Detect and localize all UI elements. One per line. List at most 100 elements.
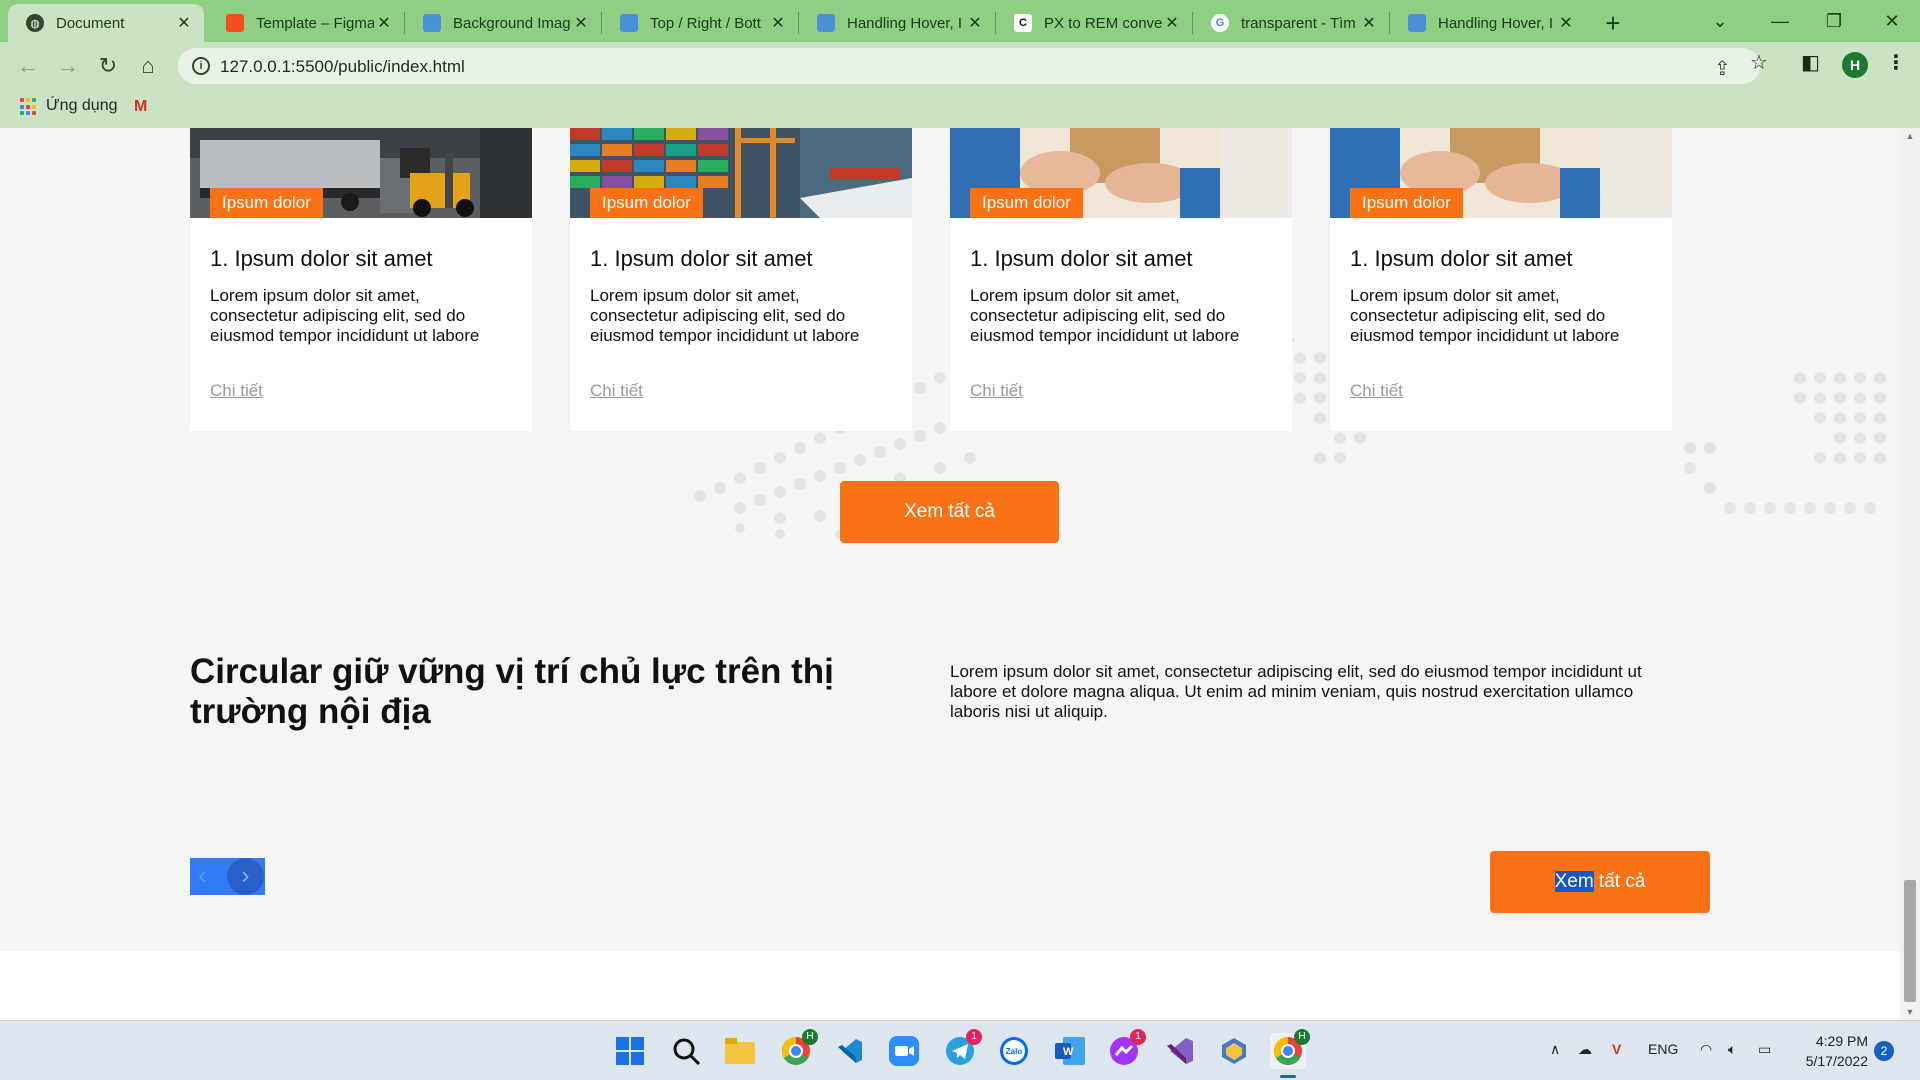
section-title: Circular giữ vững vị trí chủ lực trên th… bbox=[190, 652, 834, 731]
visual-studio-icon[interactable] bbox=[1162, 1033, 1198, 1069]
close-icon[interactable]: ✕ bbox=[965, 13, 985, 33]
minimize-icon[interactable]: — bbox=[1760, 6, 1800, 36]
chrome-icon[interactable]: H bbox=[778, 1029, 818, 1069]
mdn-icon bbox=[620, 14, 638, 32]
news-card[interactable]: Ipsum dolor 1. Ipsum dolor sit amet Lore… bbox=[950, 128, 1292, 431]
word-label: W bbox=[1063, 1046, 1074, 1058]
zalo-label: Zalo bbox=[1005, 1046, 1023, 1056]
language-indicator[interactable]: ENG bbox=[1648, 1041, 1678, 1057]
notification-badge: 1 bbox=[1130, 1029, 1146, 1045]
close-icon[interactable]: ✕ bbox=[1162, 13, 1182, 33]
vscode-icon[interactable] bbox=[832, 1033, 868, 1069]
zalo-icon[interactable]: Zalo bbox=[996, 1033, 1032, 1069]
card-title: 1. Ipsum dolor sit amet bbox=[590, 246, 813, 271]
close-window-icon[interactable]: ✕ bbox=[1872, 6, 1912, 36]
forward-icon[interactable]: → bbox=[52, 50, 84, 82]
close-icon[interactable]: ✕ bbox=[1556, 13, 1576, 33]
news-card[interactable]: Ipsum dolor 1. Ipsum dolor sit amet Lore… bbox=[570, 128, 912, 431]
word-icon[interactable]: W bbox=[1052, 1033, 1088, 1069]
windows-taskbar: H 1 Zalo W 1 H ∧ ☁ V ENG ◠ 🔈︎ ▭ 4:29 PM … bbox=[0, 1020, 1920, 1080]
address-bar[interactable]: i 127.0.0.1:5500/public/index.html ⇪ bbox=[178, 48, 1760, 84]
news-card[interactable]: Ipsum dolor 1. Ipsum dolor sit amet Lore… bbox=[190, 128, 532, 431]
home-icon[interactable]: ⌂ bbox=[132, 50, 164, 82]
button-label-rest: tất cả bbox=[1593, 871, 1646, 892]
zoom-icon[interactable] bbox=[886, 1033, 922, 1069]
tab-document[interactable]: ◍ Document ✕ bbox=[8, 4, 204, 42]
battery-icon[interactable]: ▭ bbox=[1758, 1041, 1771, 1058]
close-icon[interactable]: ✕ bbox=[768, 13, 788, 33]
chevron-left-icon[interactable]: ‹ bbox=[198, 860, 207, 891]
close-icon[interactable]: ✕ bbox=[174, 13, 194, 33]
card-detail-link[interactable]: Chi tiết bbox=[590, 381, 643, 401]
scroll-down-arrow-icon[interactable]: ▼ bbox=[1900, 1004, 1920, 1020]
card-detail-link[interactable]: Chi tiết bbox=[970, 381, 1023, 401]
gmail-icon[interactable]: M bbox=[134, 98, 147, 116]
app-icon[interactable] bbox=[1216, 1033, 1252, 1069]
active-app-indicator bbox=[1280, 1075, 1296, 1078]
news-card[interactable]: Ipsum dolor 1. Ipsum dolor sit amet Lore… bbox=[1330, 128, 1672, 431]
clock-time: 4:29 PM bbox=[1815, 1033, 1868, 1049]
page-scrollbar[interactable]: ▲ ▼ bbox=[1900, 128, 1920, 1020]
close-icon[interactable]: ✕ bbox=[1359, 13, 1379, 33]
telegram-icon[interactable]: 1 bbox=[942, 1029, 982, 1069]
windows-start-icon[interactable] bbox=[612, 1033, 648, 1069]
notification-count-badge[interactable]: 2 bbox=[1874, 1041, 1894, 1061]
tab-search-icon[interactable]: ⌄ bbox=[1700, 6, 1740, 36]
restore-icon[interactable]: ❐ bbox=[1814, 6, 1854, 36]
system-clock[interactable]: 4:29 PM 5/17/2022 bbox=[1796, 1031, 1868, 1071]
bookmark-star-icon[interactable]: ☆ bbox=[1750, 50, 1768, 75]
apps-grid-icon[interactable] bbox=[20, 98, 38, 116]
mdn-icon bbox=[423, 14, 441, 32]
scrollbar-thumb[interactable] bbox=[1904, 880, 1916, 1002]
mdn-icon bbox=[817, 14, 835, 32]
card-title: 1. Ipsum dolor sit amet bbox=[210, 246, 433, 271]
onedrive-cloud-icon[interactable]: ☁ bbox=[1578, 1041, 1592, 1058]
section-view-all-button[interactable]: Xem tất cả bbox=[1490, 851, 1710, 913]
card-detail-link[interactable]: Chi tiết bbox=[210, 381, 263, 401]
vietkey-icon[interactable]: V bbox=[1612, 1041, 1621, 1057]
close-icon[interactable]: ✕ bbox=[571, 13, 591, 33]
page-footer-area bbox=[0, 951, 1900, 1020]
chevron-up-icon[interactable]: ∧ bbox=[1550, 1041, 1560, 1058]
search-icon[interactable] bbox=[668, 1033, 704, 1069]
globe-icon: ◍ bbox=[26, 14, 44, 32]
info-icon[interactable]: i bbox=[192, 57, 210, 75]
tab-px-to-rem[interactable]: C PX to REM conver ✕ bbox=[996, 4, 1192, 42]
chevron-right-icon[interactable]: › bbox=[227, 858, 264, 895]
scroll-up-arrow-icon[interactable]: ▲ bbox=[1900, 128, 1920, 144]
page-viewport: Ipsum dolor 1. Ipsum dolor sit amet Lore… bbox=[0, 128, 1900, 1020]
view-all-button[interactable]: Xem tất cả bbox=[840, 481, 1059, 543]
bookmarks-bar: Ứng dụng M bbox=[0, 90, 1920, 128]
wifi-icon[interactable]: ◠ bbox=[1700, 1041, 1712, 1058]
close-icon[interactable]: ✕ bbox=[374, 13, 394, 33]
tab-transparent[interactable]: G transparent - Tìm ✕ bbox=[1193, 4, 1389, 42]
bookmark-apps[interactable]: Ứng dụng bbox=[46, 97, 118, 115]
tab-background-image[interactable]: Background Imag ✕ bbox=[405, 4, 601, 42]
card-detail-link[interactable]: Chi tiết bbox=[1350, 381, 1403, 401]
tab-handling-hover-2[interactable]: Handling Hover, I ✕ bbox=[1390, 4, 1586, 42]
card-title: 1. Ipsum dolor sit amet bbox=[1350, 246, 1573, 271]
new-tab-button[interactable]: + bbox=[1598, 8, 1628, 39]
tab-handling-hover[interactable]: Handling Hover, I ✕ bbox=[799, 4, 995, 42]
volume-icon[interactable]: 🔈︎ bbox=[1728, 1041, 1736, 1058]
c-icon: C bbox=[1014, 14, 1032, 32]
profile-avatar[interactable]: H bbox=[1842, 52, 1868, 78]
figma-icon bbox=[226, 14, 244, 32]
slider-controls: ‹ › bbox=[190, 858, 265, 895]
back-icon[interactable]: ← bbox=[12, 50, 44, 82]
chrome-icon[interactable]: H bbox=[1270, 1029, 1310, 1069]
card-description: Lorem ipsum dolor sit amet, consectetur … bbox=[590, 286, 860, 345]
selected-text: Xem bbox=[1554, 871, 1594, 892]
card-tag: Ipsum dolor bbox=[1350, 188, 1463, 218]
mdn-icon bbox=[1408, 14, 1426, 32]
menu-kebab-icon[interactable]: ⋮ bbox=[1886, 50, 1906, 75]
file-explorer-icon[interactable] bbox=[722, 1033, 758, 1069]
browser-toolbar: ← → ↻ ⌂ i 127.0.0.1:5500/public/index.ht… bbox=[0, 42, 1920, 90]
share-icon[interactable]: ⇪ bbox=[1714, 56, 1731, 81]
side-panel-icon[interactable]: ◧ bbox=[1801, 50, 1820, 75]
tab-top-right-bottom[interactable]: Top / Right / Bott ✕ bbox=[602, 4, 798, 42]
google-icon: G bbox=[1211, 14, 1229, 32]
reload-icon[interactable]: ↻ bbox=[92, 50, 124, 82]
tab-figma[interactable]: Template – Figma ✕ bbox=[208, 4, 404, 42]
messenger-icon[interactable]: 1 bbox=[1106, 1029, 1146, 1069]
